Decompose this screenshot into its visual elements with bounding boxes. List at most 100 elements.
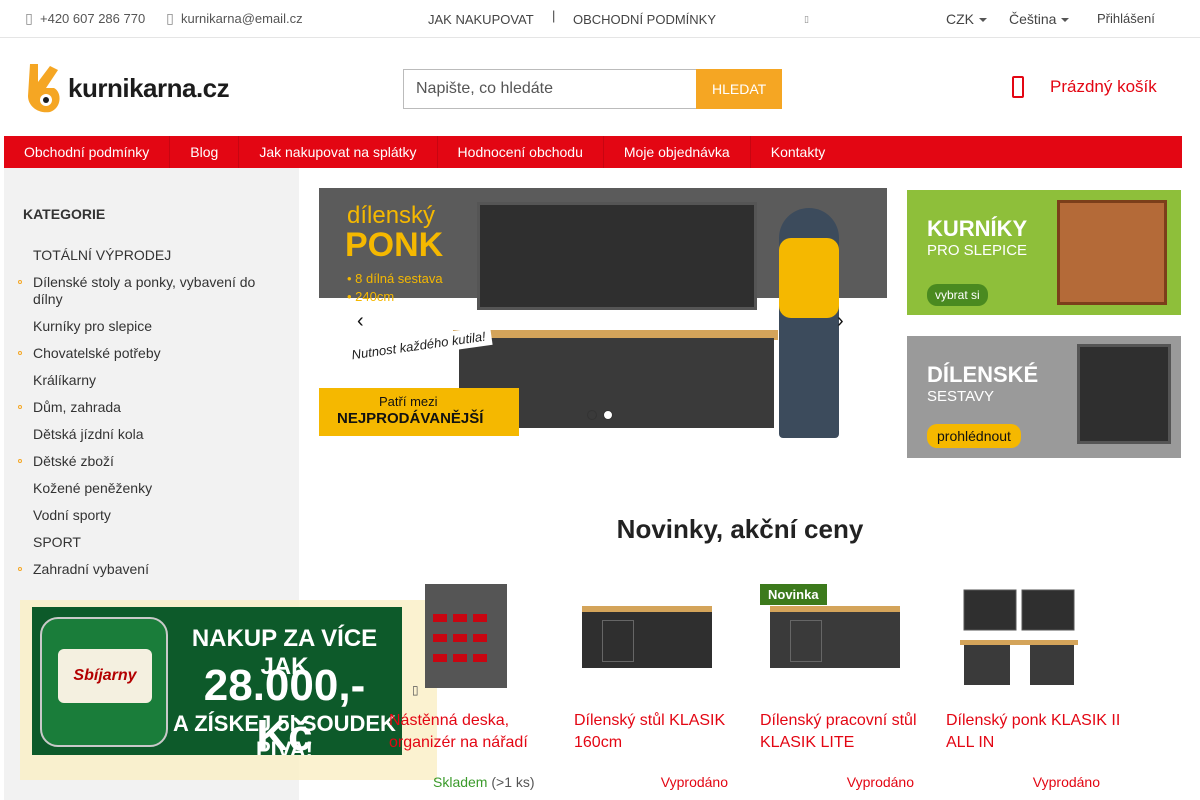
product-card[interactable]: Dílenský ponk KLASIK II ALL IN Vyprodáno <box>946 584 1122 790</box>
product-image[interactable] <box>389 584 565 692</box>
category-item[interactable]: Králíkarny <box>18 367 278 394</box>
phone-icon: ▯ <box>25 10 33 26</box>
category-label[interactable]: Chovatelské potřeby <box>33 345 161 361</box>
product-name[interactable]: Dílenský ponk KLASIK II ALL IN <box>946 710 1122 754</box>
cart[interactable]: Prázdný košík <box>1012 76 1157 98</box>
slider-dot[interactable] <box>587 410 597 420</box>
product-stock: Skladem (>1 ks) <box>389 774 565 790</box>
tool-organizer-image <box>425 584 507 688</box>
product-name[interactable]: Dílenský stůl KLASIK 160cm <box>574 710 750 754</box>
workbench-set-image <box>960 589 1078 685</box>
language-select[interactable]: Čeština <box>1009 11 1069 27</box>
side-banner-button[interactable]: prohlédnout <box>927 424 1021 448</box>
nav-separator: | <box>552 8 556 23</box>
category-label[interactable]: SPORT <box>33 534 81 550</box>
badge-line-2: NEJPRODÁVANĚJŠÍ <box>337 410 484 427</box>
slider-bullet-2: • 240cm <box>347 289 395 304</box>
slider-title-2: PONK <box>345 226 444 264</box>
worker-illustration <box>779 208 839 438</box>
side-banner-heading: DÍLENSKÉ <box>927 362 1039 387</box>
chicken-coop-image <box>1057 200 1167 305</box>
logo-text: kurnikarna.cz <box>68 72 230 103</box>
bullet-icon <box>18 405 22 409</box>
category-label[interactable]: Dětská jízdní kola <box>33 426 144 442</box>
side-banner-coops[interactable]: KURNÍKY PRO SLEPICE vybrat si <box>907 190 1181 315</box>
slider-bullet-1: • 8 dílná sestava <box>347 271 443 286</box>
category-label[interactable]: TOTÁLNÍ VÝPRODEJ <box>33 247 171 263</box>
category-title: KATEGORIE <box>23 206 106 222</box>
category-label[interactable]: Králíkarny <box>33 372 96 388</box>
hero-slider[interactable]: dílenský PONK • 8 dílná sestava • 240cm … <box>319 188 887 450</box>
nav-terms[interactable]: OBCHODNÍ PODMÍNKY <box>573 12 716 27</box>
category-item[interactable]: Kurníky pro slepice <box>18 313 278 340</box>
login-link[interactable]: Přihlášení <box>1097 11 1155 26</box>
category-label[interactable]: Zahradní vybavení <box>33 561 149 577</box>
keg-label: Sbíjarny <box>58 649 152 703</box>
wall-cabinet-image <box>477 202 757 310</box>
workshop-set-image <box>1077 344 1171 444</box>
more-icon[interactable]: ▯ <box>804 14 809 25</box>
product-image[interactable] <box>946 584 1122 692</box>
phone-number[interactable]: +420 607 286 770 <box>40 11 145 26</box>
category-item[interactable]: SPORT <box>18 529 278 556</box>
category-item[interactable]: Kožené peněženky <box>18 475 278 502</box>
mainnav-terms[interactable]: Obchodní podmínky <box>4 136 171 168</box>
side-banner-subheading: PRO SLEPICE <box>927 242 1028 259</box>
mainnav-reviews[interactable]: Hodnocení obchodu <box>438 136 604 168</box>
search-button[interactable]: HLEDAT <box>696 69 782 109</box>
product-card[interactable]: Dílenský stůl KLASIK 160cm Vyprodáno <box>574 584 750 790</box>
category-item[interactable]: Dílenské stoly a ponky, vybavení do díln… <box>18 269 278 313</box>
email-address[interactable]: kurnikarna@email.cz <box>181 11 303 26</box>
product-stock: Vyprodáno <box>1032 774 1100 790</box>
contact-email[interactable]: ▯ kurnikarna@email.cz <box>165 10 303 27</box>
category-item[interactable]: TOTÁLNÍ VÝPRODEJ <box>18 242 278 269</box>
workbench-image <box>582 606 712 668</box>
logo-icon <box>28 64 60 113</box>
side-banner-workshop[interactable]: DÍLENSKÉ SESTAVY prohlédnout <box>907 336 1181 458</box>
mainnav-installments[interactable]: Jak nakupovat na splátky <box>239 136 438 168</box>
cart-label[interactable]: Prázdný košík <box>1050 77 1157 97</box>
category-label[interactable]: Kurníky pro slepice <box>33 318 152 334</box>
badge-line-1: Patří mezi <box>379 394 438 409</box>
promo-banner[interactable]: Sbíjarny NAKUP ZA VÍCE JAK 28.000,- Kč A… <box>32 607 402 755</box>
product-image[interactable] <box>574 584 750 692</box>
slider-next-icon[interactable]: › <box>837 310 844 333</box>
category-item[interactable]: Chovatelské potřeby <box>18 340 278 367</box>
bullet-icon <box>18 567 22 571</box>
category-list: TOTÁLNÍ VÝPRODEJ Dílenské stoly a ponky, … <box>18 242 278 583</box>
category-item[interactable]: Vodní sporty <box>18 502 278 529</box>
category-item[interactable]: Dům, zahrada <box>18 394 278 421</box>
bullet-icon <box>18 280 22 284</box>
site-logo[interactable]: kurnikarna.cz <box>24 60 269 116</box>
currency-select[interactable]: CZK <box>946 11 987 27</box>
search-input[interactable] <box>403 69 697 109</box>
workbench-lite-image <box>770 606 900 668</box>
category-label[interactable]: Vodní sporty <box>33 507 111 523</box>
category-item[interactable]: Zahradní vybavení <box>18 556 278 583</box>
main-nav: Obchodní podmínky Blog Jak nakupovat na … <box>4 136 1182 168</box>
bullet-icon <box>18 459 22 463</box>
category-item[interactable]: Dětské zboží <box>18 448 278 475</box>
stock-status: Skladem <box>433 774 488 790</box>
category-item[interactable]: Dětská jízdní kola <box>18 421 278 448</box>
slider-bullets: • 8 dílná sestava • 240cm <box>347 270 443 306</box>
category-label[interactable]: Dílenské stoly a ponky, vybavení do díln… <box>33 274 255 307</box>
side-banner-button[interactable]: vybrat si <box>927 284 988 306</box>
category-label[interactable]: Kožené peněženky <box>33 480 152 496</box>
product-card[interactable]: Novinka Dílenský pracovní stůl KLASIK LI… <box>760 584 936 790</box>
slider-prev-icon[interactable]: ‹ <box>357 310 364 333</box>
cart-icon[interactable] <box>1012 76 1024 98</box>
contact-phone[interactable]: ▯ +420 607 286 770 <box>24 10 145 27</box>
mainnav-my-order[interactable]: Moje objednávka <box>604 136 751 168</box>
product-card[interactable]: Nástěnná deska, organizér na nářadí Skla… <box>389 584 565 790</box>
product-name[interactable]: Nástěnná deska, organizér na nářadí <box>389 710 565 754</box>
category-label[interactable]: Dětské zboží <box>33 453 114 469</box>
nav-how-to-buy[interactable]: JAK NAKUPOVAT <box>428 12 534 27</box>
product-name[interactable]: Dílenský pracovní stůl KLASIK LITE <box>760 710 936 754</box>
new-badge: Novinka <box>760 584 827 605</box>
mainnav-blog[interactable]: Blog <box>170 136 240 168</box>
slider-dot[interactable] <box>603 410 613 420</box>
section-title: Novinky, akční ceny <box>616 514 864 544</box>
category-label[interactable]: Dům, zahrada <box>33 399 121 415</box>
mainnav-contacts[interactable]: Kontakty <box>751 136 845 168</box>
